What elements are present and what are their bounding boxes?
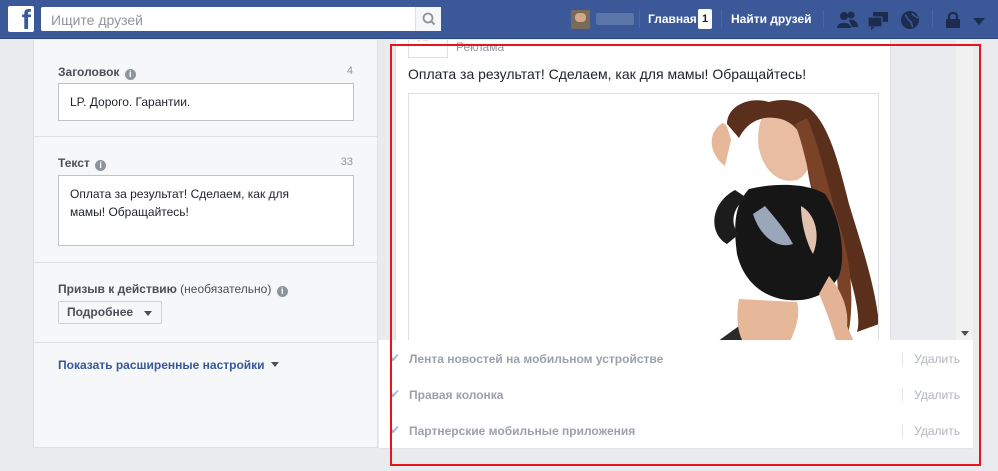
cta-label: Призыв к действию (необязательно) i: [58, 282, 288, 297]
facebook-logo-letter: f: [21, 4, 31, 35]
divider: [823, 10, 824, 28]
placement-name: Партнерские мобильные приложения: [409, 424, 636, 438]
page-thumbnail: [408, 40, 448, 58]
messages-icon[interactable]: [867, 9, 889, 31]
search-input[interactable]: [49, 8, 413, 32]
dropdown-icon: [144, 311, 153, 316]
ad-image: [408, 93, 879, 340]
placement-name: Правая колонка: [409, 388, 504, 402]
cta-label-text: Призыв к действию: [58, 282, 177, 296]
headline-label: Заголовок i: [58, 65, 136, 80]
ad-preview-column: Реклама Оплата за результат! Сделаем, ка…: [379, 40, 973, 449]
info-icon[interactable]: i: [95, 160, 107, 171]
check-icon: ✔: [390, 423, 401, 437]
ad-preview-area[interactable]: Реклама Оплата за результат! Сделаем, ка…: [379, 40, 973, 340]
facebook-logo-icon[interactable]: f: [8, 4, 34, 35]
model-photo-icon: [409, 94, 878, 340]
cta-selected-value: Подробнее: [67, 305, 134, 319]
username-blurred[interactable]: [596, 13, 634, 25]
find-friends-link[interactable]: Найти друзей: [731, 12, 811, 26]
avatar[interactable]: [571, 10, 590, 29]
privacy-icon[interactable]: [942, 9, 964, 31]
search-box[interactable]: [41, 7, 441, 32]
search-icon: [422, 12, 436, 26]
placement-row: ✔ Лента новостей на мобильном устройстве…: [379, 340, 972, 377]
headline-char-count: 4: [346, 65, 353, 77]
cta-dropdown[interactable]: Подробнее: [58, 301, 163, 324]
ad-body-text: Оплата за результат! Сделаем, как для ма…: [408, 66, 807, 82]
page-scrollbar-track[interactable]: [983, 40, 998, 471]
divider: [721, 10, 722, 28]
ad-text-form-panel: Заголовок i 4 LP. Дорого. Гарантии. Текс…: [33, 40, 378, 448]
show-advanced-settings-link[interactable]: Показать расширенные настройки: [58, 358, 279, 372]
scroll-down-icon[interactable]: [961, 331, 969, 336]
text-label-text: Текст: [58, 156, 90, 170]
account-menu-icon[interactable]: [970, 9, 988, 31]
text-value-line: мамы! Обращайтесь!: [70, 205, 189, 219]
text-textarea[interactable]: Оплата за результат! Сделаем, как для ма…: [58, 175, 354, 246]
placement-row: ✔ Правая колонка Удалить: [379, 376, 972, 413]
friend-requests-icon[interactable]: [836, 9, 858, 31]
info-icon[interactable]: i: [124, 69, 136, 80]
check-icon: ✔: [390, 351, 401, 365]
home-link[interactable]: Главная: [648, 12, 697, 26]
advanced-settings-label: Показать расширенные настройки: [58, 358, 265, 372]
text-label: Текст i: [58, 156, 107, 171]
search-button[interactable]: [415, 7, 441, 31]
home-badge: 1: [698, 9, 712, 29]
headline-input[interactable]: LP. Дорого. Гарантии.: [58, 83, 354, 121]
headline-value: LP. Дорого. Гарантии.: [70, 95, 191, 109]
placement-row: ✔ Партнерские мобильные приложения Удали…: [379, 412, 972, 449]
page-logo-icon: [418, 40, 428, 42]
sponsored-label: Реклама: [456, 40, 505, 54]
remove-placement-button[interactable]: Удалить: [902, 388, 960, 402]
info-icon[interactable]: i: [276, 286, 288, 297]
placement-name: Лента новостей на мобильном устройстве: [409, 352, 664, 366]
divider: [639, 10, 640, 28]
text-char-count: 33: [340, 156, 353, 168]
divider: [932, 10, 933, 28]
headline-label-text: Заголовок: [58, 65, 120, 79]
top-navigation-bar: f Главная 1 Найти друзей: [0, 0, 998, 39]
headline-section: Заголовок i 4 LP. Дорого. Гарантии.: [34, 40, 377, 137]
text-section: Текст i 33 Оплата за результат! Сделаем,…: [34, 136, 377, 263]
chevron-down-icon: [270, 362, 279, 367]
notifications-icon[interactable]: [899, 9, 921, 31]
cta-optional-text: (необязательно): [180, 282, 272, 296]
ad-preview-card: Реклама Оплата за результат! Сделаем, ка…: [395, 40, 891, 340]
preview-scrollbar[interactable]: [956, 40, 973, 340]
remove-placement-button[interactable]: Удалить: [902, 424, 960, 438]
check-icon: ✔: [390, 387, 401, 401]
text-value-line: Оплата за результат! Сделаем, как для: [70, 187, 290, 201]
remove-placement-button[interactable]: Удалить: [902, 352, 960, 366]
